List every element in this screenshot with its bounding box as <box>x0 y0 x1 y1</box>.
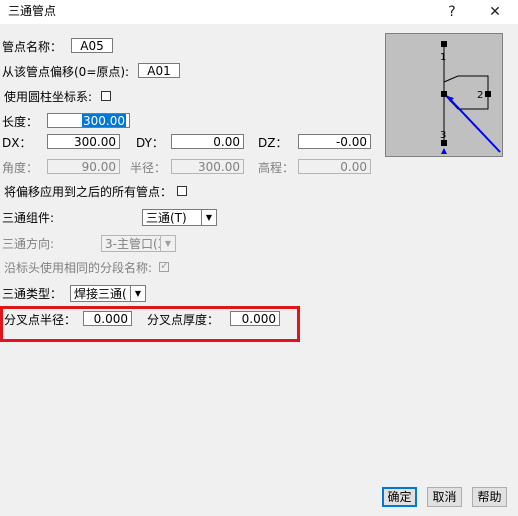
offset-from-label: 从该管点偏移(0=原点): <box>2 65 130 79</box>
cylindrical-checkbox[interactable] <box>101 91 111 101</box>
dy-field[interactable]: 0.00 <box>171 134 244 149</box>
tee-preview-svg: 1 2 3 <box>440 41 501 154</box>
node-center <box>441 91 447 97</box>
tee-component-value: 三通(T) <box>146 211 187 225</box>
node-2 <box>485 91 491 97</box>
point-name-field[interactable]: A05 <box>71 38 113 53</box>
same-segment-checkbox <box>159 259 169 272</box>
length-field[interactable]: 300.00 <box>47 113 130 128</box>
point-name-label: 管点名称： <box>2 40 63 54</box>
tee-component-select[interactable]: 三通(T) ▼ <box>142 209 217 226</box>
branch-thickness-field[interactable]: 0.000 <box>230 311 280 326</box>
node-1 <box>441 41 447 47</box>
chevron-down-icon: ▼ <box>201 210 216 225</box>
offset-line <box>446 95 501 153</box>
branch-thickness-label: 分叉点厚度： <box>147 313 220 327</box>
node-label-3: 3 <box>440 130 446 141</box>
same-segment-label: 沿标头使用相同的分段名称: <box>4 261 153 275</box>
chevron-down-icon: ▼ <box>130 286 145 301</box>
apply-offset-label: 将偏移应用到之后的所有管点： <box>4 185 173 199</box>
tee-preview-diagram: 1 2 3 <box>385 33 503 157</box>
radius-label: 半径： <box>130 161 167 175</box>
tee-type-label: 三通类型： <box>2 287 63 301</box>
elevation-field: 0.00 <box>298 159 371 174</box>
dz-label: DZ： <box>258 136 288 150</box>
branch-radius-label: 分叉点半径： <box>4 313 77 327</box>
branch-radius-field[interactable]: 0.000 <box>83 311 132 326</box>
node-label-1: 1 <box>440 52 446 63</box>
tee-component-label: 三通组件: <box>2 211 55 225</box>
tee-direction-label: 三通方向: <box>2 237 55 251</box>
close-icon[interactable]: ✕ <box>480 2 510 22</box>
tee-type-select[interactable]: 焊接三通( ▼ <box>70 285 146 302</box>
tee-type-value: 焊接三通( <box>74 287 127 301</box>
dy-label: DY： <box>136 136 164 150</box>
elevation-label: 高程： <box>258 161 295 175</box>
cylindrical-label: 使用圆柱坐标系: <box>4 90 93 104</box>
offset-from-field[interactable]: A01 <box>138 63 180 78</box>
node-label-2: 2 <box>477 90 483 101</box>
radius-field: 300.00 <box>171 159 244 174</box>
dz-field[interactable]: -0.00 <box>298 134 371 149</box>
apply-offset-checkbox[interactable] <box>177 186 187 196</box>
cancel-button[interactable]: 取消 <box>427 487 462 507</box>
window-title: 三通管点 <box>8 4 57 18</box>
chevron-down-icon: ▼ <box>160 236 175 251</box>
tee-direction-select: 3-主管口(3 ▼ <box>101 235 176 252</box>
tee-direction-value: 3-主管口(3 <box>105 237 166 251</box>
pointer-icon <box>441 148 447 154</box>
dx-label: DX： <box>2 136 32 150</box>
length-label: 长度： <box>2 115 39 129</box>
ok-button[interactable]: 确定 <box>382 487 417 507</box>
help-button[interactable]: 帮助 <box>472 487 507 507</box>
help-icon[interactable]: ? <box>437 2 467 22</box>
length-value: 300.00 <box>82 114 126 128</box>
angle-field: 90.00 <box>47 159 120 174</box>
dx-field[interactable]: 300.00 <box>47 134 120 149</box>
angle-label: 角度： <box>2 161 39 175</box>
